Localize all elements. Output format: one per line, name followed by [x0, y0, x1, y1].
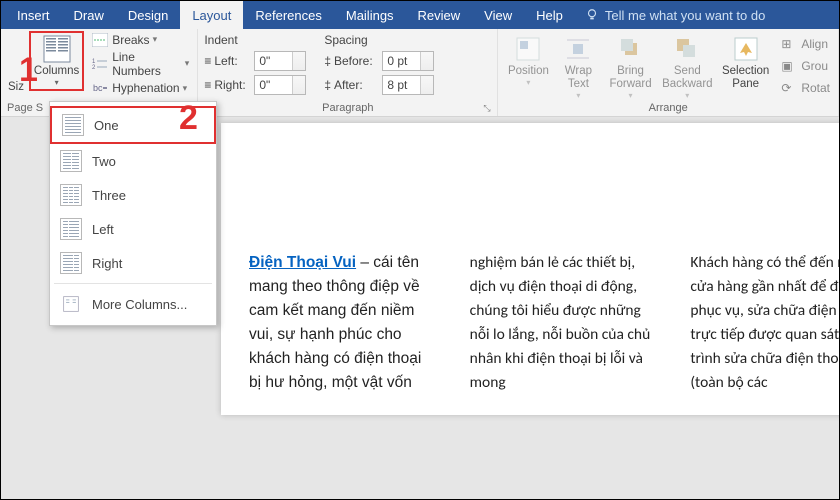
spacing-after-input[interactable]: 8 pt [382, 75, 434, 95]
tab-view[interactable]: View [472, 1, 524, 29]
group-label: Grou [801, 59, 828, 73]
annotation-1: 1 [19, 51, 38, 90]
left-label: Left: [214, 54, 237, 68]
indent-heading: Indent [204, 33, 306, 47]
tab-bar: Insert Draw Design Layout References Mai… [1, 1, 839, 29]
breaks-icon [92, 33, 108, 47]
spacing-heading: Spacing [324, 33, 434, 47]
tell-me-label: Tell me what you want to do [605, 8, 765, 23]
text-column-2: nghiệm bán lẻ các thiết bị, dịch vụ điện… [470, 251, 653, 395]
tab-insert[interactable]: Insert [5, 1, 62, 29]
after-label: After: [334, 78, 363, 92]
one-label: One [94, 118, 119, 133]
more-columns-icon [60, 293, 82, 315]
selection-pane-icon [732, 35, 760, 63]
columns-option-three[interactable]: Three [50, 178, 216, 212]
align-button[interactable]: ⊞ Align [779, 36, 832, 52]
document-page[interactable]: Điện Thoại Vui – cái tên mang theo thông… [221, 123, 839, 415]
text-column-1: Điện Thoại Vui – cái tên mang theo thông… [249, 251, 432, 395]
arrange-group-label: Arrange [498, 102, 838, 114]
indent-left-input[interactable]: 0" [254, 51, 306, 71]
hyphenation-icon: bc [92, 81, 108, 95]
indent-right-value: 0" [259, 78, 270, 92]
position-icon [514, 35, 542, 63]
rotate-label: Rotat [801, 81, 830, 95]
svg-text:bc: bc [93, 83, 103, 93]
position-button[interactable]: Position▾ [504, 33, 552, 89]
tab-review[interactable]: Review [406, 1, 473, 29]
left-column-icon [60, 218, 82, 240]
columns-option-right[interactable]: Right [50, 246, 216, 280]
tab-layout[interactable]: Layout [180, 1, 243, 29]
hyphenation-label: Hyphenation [112, 81, 179, 95]
rotate-icon: ⟳ [781, 81, 797, 95]
paragraph-group-label: Paragraph [198, 102, 497, 114]
spacing-after-value: 8 pt [387, 78, 407, 92]
wrap-text-button[interactable]: Wrap Text▾ [554, 33, 602, 103]
tell-me-search[interactable]: Tell me what you want to do [585, 8, 765, 23]
annotation-2: 2 [179, 99, 198, 138]
bring-forward-icon [617, 35, 645, 63]
right-label: Right: [214, 78, 245, 92]
svg-text:2: 2 [92, 65, 96, 71]
position-label: Position [508, 65, 549, 78]
left-label-dd: Left [92, 222, 114, 237]
tab-draw[interactable]: Draw [62, 1, 116, 29]
indent-left-icon: ≡ [204, 54, 211, 68]
send-backward-icon [673, 35, 701, 63]
breaks-button[interactable]: Breaks▾ [90, 32, 191, 48]
tab-design[interactable]: Design [116, 1, 180, 29]
wrap-text-label: Wrap Text [558, 65, 598, 91]
columns-label: Columns [34, 65, 79, 78]
send-backward-button[interactable]: Send Backward▾ [659, 33, 716, 103]
right-column-icon [60, 252, 82, 274]
send-backward-label: Send Backward [662, 65, 712, 91]
bring-forward-button[interactable]: Bring Forward▾ [604, 33, 656, 103]
three-column-icon [60, 184, 82, 206]
spacing-before-value: 0 pt [387, 54, 407, 68]
spacing-before-icon: ‡ [324, 54, 331, 68]
hyperlink[interactable]: Điện Thoại Vui [249, 254, 356, 271]
breaks-label: Breaks [112, 33, 149, 47]
rotate-button[interactable]: ⟳ Rotat [779, 80, 832, 96]
before-label: Before: [334, 54, 373, 68]
paragraph-launcher[interactable]: ⤡ [483, 103, 493, 113]
more-columns-label: More Columns... [92, 297, 187, 312]
two-label: Two [92, 154, 116, 169]
one-column-icon [62, 114, 84, 136]
tab-mailings[interactable]: Mailings [334, 1, 406, 29]
columns-icon [43, 35, 71, 63]
indent-right-input[interactable]: 0" [254, 75, 306, 95]
tab-help[interactable]: Help [524, 1, 575, 29]
hyphenation-button[interactable]: bc Hyphenation▾ [90, 80, 191, 96]
two-column-icon [60, 150, 82, 172]
dropdown-separator [54, 283, 212, 284]
align-label: Align [801, 37, 828, 51]
line-numbers-icon: 12 [92, 57, 108, 71]
col1-text: – cái tên mang theo thông điệp về cam kế… [249, 254, 421, 391]
tab-references[interactable]: References [243, 1, 333, 29]
right-label-dd: Right [92, 256, 122, 271]
chevron-down-icon: ▾ [55, 78, 59, 87]
selection-pane-label: Selection Pane [722, 65, 769, 91]
more-columns-button[interactable]: More Columns... [50, 287, 216, 321]
group-icon: ▣ [781, 59, 797, 73]
line-numbers-button[interactable]: 12 Line Numbers▾ [90, 49, 191, 79]
wrap-text-icon [564, 35, 592, 63]
spacing-after-icon: ‡ [324, 78, 331, 92]
bring-forward-label: Bring Forward [608, 65, 652, 91]
group-button[interactable]: ▣ Grou [779, 58, 832, 74]
columns-option-two[interactable]: Two [50, 144, 216, 178]
lightbulb-icon [585, 8, 599, 22]
text-column-3: Khách hàng có thể đến nhiều cửa hàng gần… [690, 251, 839, 395]
line-numbers-label: Line Numbers [112, 50, 182, 78]
three-label: Three [92, 188, 126, 203]
spacing-before-input[interactable]: 0 pt [382, 51, 434, 71]
indent-left-value: 0" [259, 54, 270, 68]
align-icon: ⊞ [781, 37, 797, 51]
indent-right-icon: ≡ [204, 78, 211, 92]
selection-pane-button[interactable]: Selection Pane [718, 33, 773, 93]
columns-option-left[interactable]: Left [50, 212, 216, 246]
